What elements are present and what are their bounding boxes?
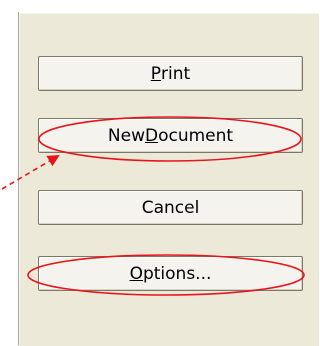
new-document-button-label: New Document bbox=[107, 125, 234, 146]
new-document-button[interactable]: New Document bbox=[38, 118, 303, 153]
cancel-button[interactable]: Cancel bbox=[38, 190, 303, 225]
options-button[interactable]: Options... bbox=[38, 256, 303, 291]
cancel-button-label: Cancel bbox=[141, 197, 200, 218]
print-button[interactable]: Print bbox=[38, 56, 303, 91]
dialog-left-edge bbox=[18, 12, 19, 345]
options-button-label: Options... bbox=[129, 263, 212, 284]
print-button-label: Print bbox=[150, 63, 191, 84]
